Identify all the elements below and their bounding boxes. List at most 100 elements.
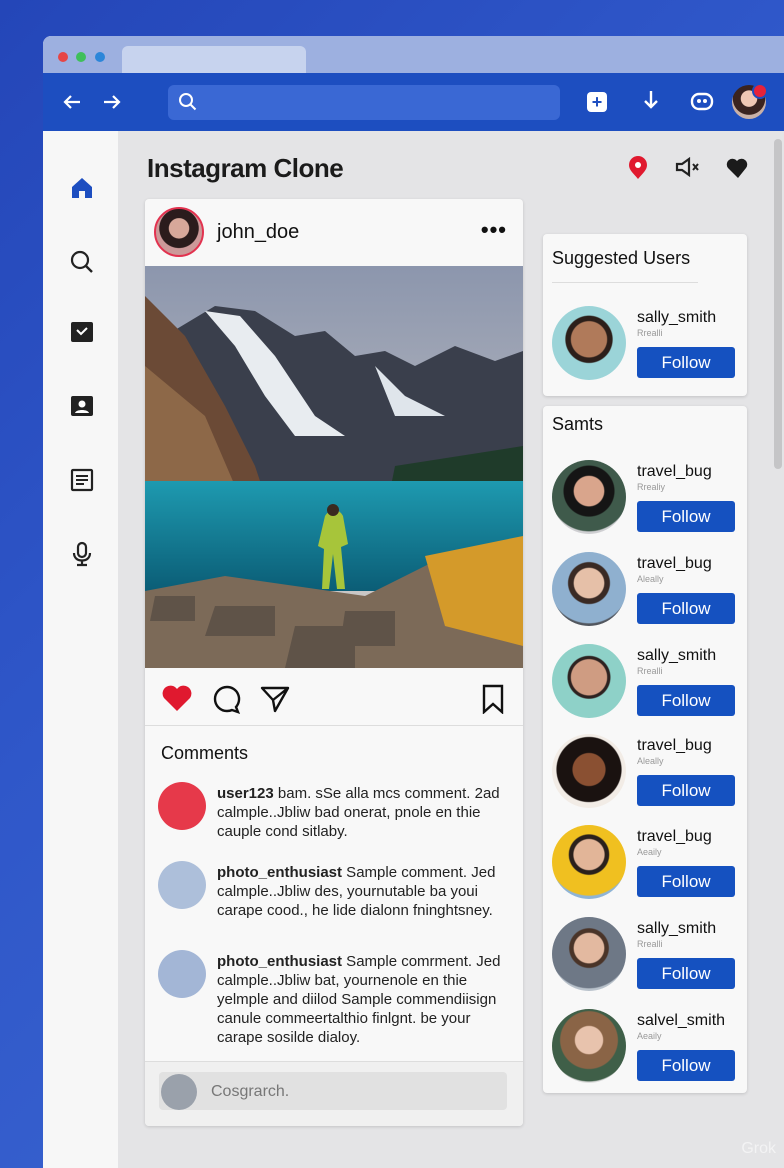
user-name[interactable]: sally_smith — [637, 920, 716, 938]
post-header: john_doe ••• — [145, 199, 523, 267]
microphone-icon[interactable] — [69, 541, 95, 567]
bookmark-icon[interactable] — [481, 684, 505, 714]
extensions-icon[interactable] — [690, 90, 714, 112]
feed-icon[interactable] — [69, 467, 95, 493]
user-row: sally_smith Rrealli Follow — [543, 306, 747, 386]
notification-icon[interactable] — [627, 156, 649, 180]
reels-icon[interactable] — [69, 319, 95, 345]
comment-icon[interactable] — [212, 684, 242, 714]
post-author-avatar[interactable] — [154, 207, 204, 257]
user-name[interactable]: sally_smith — [637, 309, 716, 327]
address-bar[interactable] — [168, 85, 560, 120]
user-subtext: Aeaily — [637, 1031, 662, 1041]
user-avatar[interactable] — [552, 552, 626, 626]
current-user-avatar — [161, 1074, 197, 1110]
comment-text: photo_enthusiast Sample comment. Jed cal… — [217, 863, 507, 920]
comment-user[interactable]: photo_enthusiast — [217, 953, 342, 970]
user-name[interactable]: travel_bug — [637, 463, 712, 481]
like-heart-icon[interactable] — [161, 684, 193, 712]
user-name[interactable]: travel_bug — [637, 555, 712, 573]
user-name[interactable]: travel_bug — [637, 828, 712, 846]
add-comment-input[interactable]: Cosgrarch. — [159, 1072, 507, 1110]
user-subtext: Aleally — [637, 756, 664, 766]
search-icon[interactable] — [69, 249, 95, 275]
user-name[interactable]: salvel_smith — [637, 1012, 725, 1030]
add-comment-bar: Cosgrarch. — [145, 1061, 523, 1126]
comments-title: Comments — [161, 743, 249, 763]
comment-text: photo_enthusiast Sample comrment. Jed ca… — [217, 952, 507, 1047]
user-subtext: Rrealli — [637, 666, 663, 676]
suggested-users-card: Suggested Users sally_smith Rrealli Foll… — [543, 234, 747, 396]
post-username[interactable]: john_doe — [217, 221, 299, 244]
browser-toolbar: + — [43, 73, 784, 131]
sidebar — [43, 131, 118, 1168]
main-content: Instagram Clone john_doe ••• Comments us… — [118, 131, 784, 1168]
user-avatar[interactable] — [552, 734, 626, 808]
user-row: travel_bug Rrealiy Follow — [543, 460, 747, 540]
notification-badge — [752, 83, 768, 99]
follow-button[interactable]: Follow — [637, 593, 735, 624]
watermark: Grok — [741, 1140, 776, 1157]
user-name[interactable]: travel_bug — [637, 737, 712, 755]
more-options-icon[interactable]: ••• — [481, 217, 507, 243]
comment-user[interactable]: user123 — [217, 785, 274, 802]
comment-item: user123 bam. sSe alla mcs comment. 2ad c… — [158, 782, 513, 852]
samts-card: Samts travel_bug Rrealiy Follow travel_b… — [543, 406, 747, 1093]
comment-item: photo_enthusiast Sample comrment. Jed ca… — [158, 950, 513, 1050]
follow-button[interactable]: Follow — [637, 775, 735, 806]
user-name[interactable]: sally_smith — [637, 647, 716, 665]
comment-item: photo_enthusiast Sample comment. Jed cal… — [158, 861, 513, 931]
user-row: travel_bug Aleally Follow — [543, 734, 747, 814]
page-title: Instagram Clone — [147, 153, 344, 183]
user-avatar[interactable] — [552, 1009, 626, 1083]
profile-avatar[interactable] — [732, 83, 768, 119]
user-avatar[interactable] — [552, 306, 626, 380]
divider — [552, 282, 698, 283]
post-actions — [145, 684, 523, 724]
speaker-icon[interactable] — [675, 157, 701, 177]
comment-avatar[interactable] — [158, 861, 206, 909]
follow-button[interactable]: Follow — [637, 501, 735, 532]
user-subtext: Rrealli — [637, 939, 663, 949]
minimize-window-button[interactable] — [76, 52, 86, 62]
comment-user[interactable]: photo_enthusiast — [217, 864, 342, 881]
user-row: sally_smith Rrealli Follow — [543, 644, 747, 724]
post-card: john_doe ••• Comments user123 bam. sSe a… — [145, 199, 523, 1126]
follow-button[interactable]: Follow — [637, 347, 735, 378]
close-window-button[interactable] — [58, 52, 68, 62]
post-image[interactable] — [145, 266, 523, 668]
download-icon[interactable] — [640, 89, 662, 113]
follow-button[interactable]: Follow — [637, 685, 735, 716]
back-arrow-icon[interactable] — [61, 91, 83, 113]
forward-arrow-icon[interactable] — [101, 91, 123, 113]
heart-icon[interactable] — [725, 157, 751, 179]
maximize-window-button[interactable] — [95, 52, 105, 62]
tab-bar — [43, 36, 784, 73]
user-avatar[interactable] — [552, 825, 626, 899]
follow-button[interactable]: Follow — [637, 958, 735, 989]
follow-button[interactable]: Follow — [637, 1050, 735, 1081]
share-icon[interactable] — [259, 684, 291, 714]
browser-window: + Instagram Clone john_doe ••• Comments … — [43, 36, 784, 1168]
user-row: sally_smith Rrealli Follow — [543, 917, 747, 997]
user-avatar[interactable] — [552, 917, 626, 991]
user-avatar[interactable] — [552, 460, 626, 534]
user-subtext: Aeaily — [637, 847, 662, 857]
scrollbar[interactable] — [774, 139, 782, 469]
user-row: salvel_smith Aeaily Follow — [543, 1009, 747, 1089]
user-avatar[interactable] — [552, 644, 626, 718]
samts-title: Samts — [552, 414, 604, 434]
browser-tab[interactable] — [122, 46, 306, 73]
profile-icon[interactable] — [69, 393, 95, 419]
user-row: travel_bug Aleally Follow — [543, 552, 747, 632]
divider — [145, 725, 523, 726]
comment-text: user123 bam. sSe alla mcs comment. 2ad c… — [217, 784, 507, 841]
add-comment-placeholder: Cosgrarch. — [211, 1083, 290, 1100]
new-tab-icon[interactable]: + — [587, 92, 607, 112]
follow-button[interactable]: Follow — [637, 866, 735, 897]
user-subtext: Aleally — [637, 574, 664, 584]
user-subtext: Rrealiy — [637, 482, 666, 492]
home-icon[interactable] — [69, 175, 95, 201]
comment-avatar[interactable] — [158, 950, 206, 998]
comment-avatar[interactable] — [158, 782, 206, 830]
